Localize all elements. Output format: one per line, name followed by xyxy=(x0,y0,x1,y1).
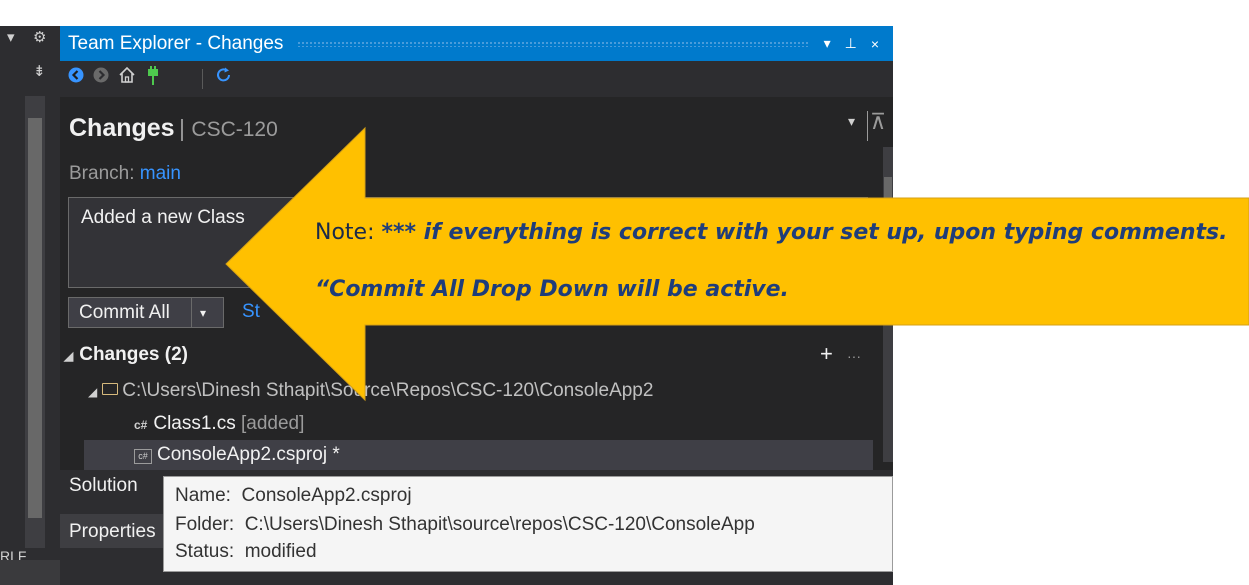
annotation-note-line1: Note: *** if everything is correct with … xyxy=(315,220,1227,245)
annotation-prefix: Note: xyxy=(315,220,375,245)
annotation-line1: *** if everything is correct with your s… xyxy=(381,220,1228,245)
annotation-arrow-shape xyxy=(225,126,1249,402)
annotation-line2: “Commit All Drop Down will be active. xyxy=(315,277,789,302)
